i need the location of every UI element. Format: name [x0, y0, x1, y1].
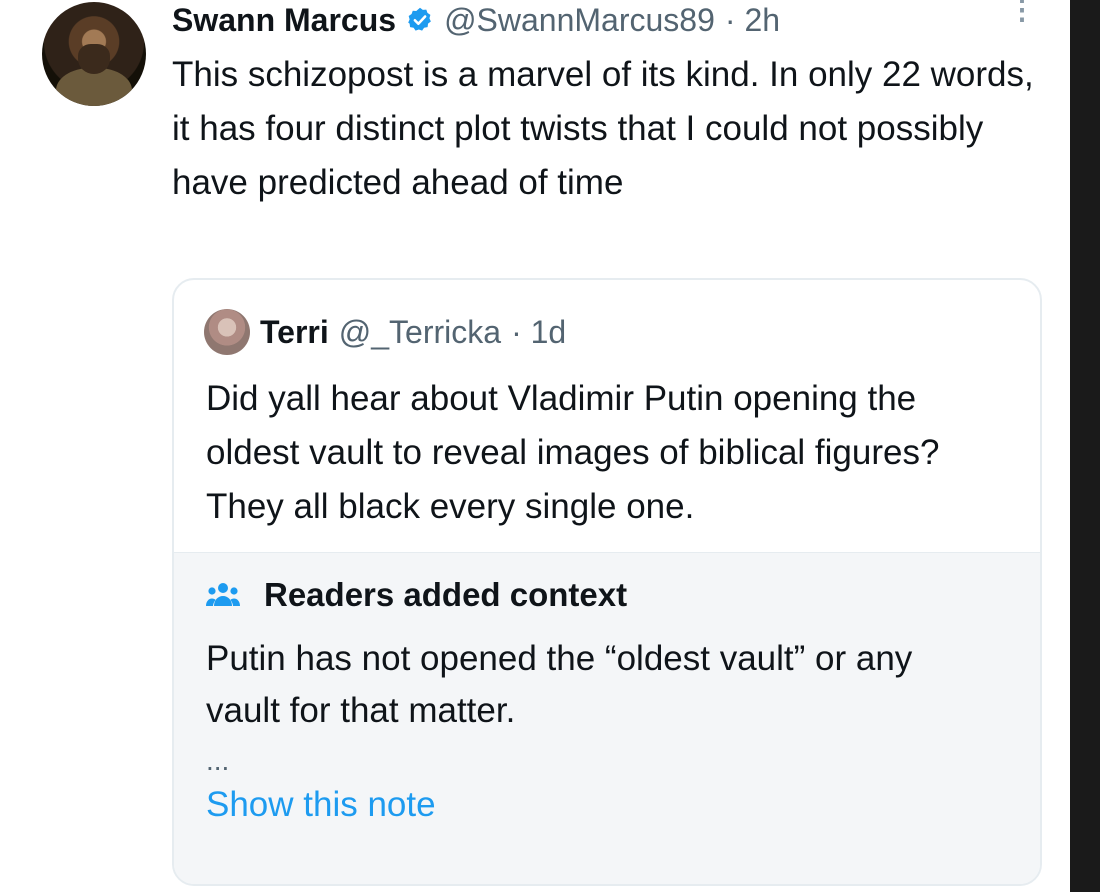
author-avatar[interactable] [42, 2, 146, 106]
verified-badge-icon [408, 7, 431, 31]
quoted-tweet-card[interactable]: Terri @_Terricka · 1d Did yall hear abou… [172, 278, 1042, 886]
quoted-tweet-body: Did yall hear about Vladimir Putin openi… [206, 379, 940, 526]
community-note-ellipsis: ... [206, 745, 230, 776]
window-edge [1070, 0, 1100, 892]
tweet-header: Swann Marcus @SwannMarcus89 · 2h [172, 0, 780, 40]
community-note-header: Readers added context [206, 571, 627, 619]
author-handle[interactable]: @SwannMarcus89 [444, 2, 715, 39]
community-note-title: Readers added context [264, 576, 628, 613]
show-note-link[interactable]: Show this note [206, 785, 436, 825]
tweet-body: This schizopost is a marvel of its kind.… [172, 55, 1034, 202]
quoted-tweet-header: Terri @_Terricka · 1d [204, 309, 566, 355]
tweet-timestamp[interactable]: · 2h [725, 2, 780, 39]
author-display-name[interactable]: Swann Marcus [172, 2, 396, 39]
community-note-text: Putin has not opened the “oldest vault” … [206, 639, 913, 730]
community-note: Readers added context Putin has not open… [174, 552, 1040, 884]
quoted-author-handle[interactable]: @_Terricka [339, 314, 501, 351]
more-vertical-icon[interactable]: ⋮ [1008, 0, 1036, 40]
tweet-screenshot: Swann Marcus @SwannMarcus89 · 2h ⋮ This … [0, 0, 1070, 892]
quoted-tweet-timestamp[interactable]: · 1d [511, 314, 566, 351]
quoted-author-avatar[interactable] [204, 309, 250, 355]
quoted-author-display-name[interactable]: Terri [260, 314, 329, 351]
people-icon [206, 583, 240, 606]
avatar-face [78, 44, 110, 74]
